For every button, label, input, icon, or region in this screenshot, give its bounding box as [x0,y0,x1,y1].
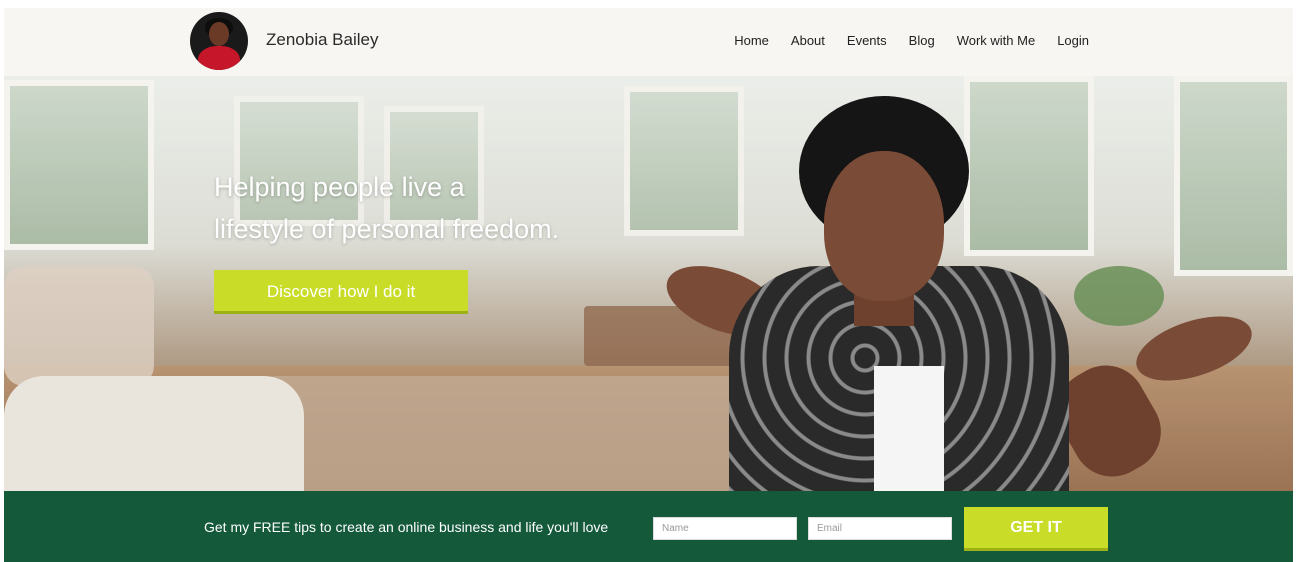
nav-about[interactable]: About [791,33,825,48]
site-name[interactable]: Zenobia Bailey [266,30,378,50]
nav-work-with-me[interactable]: Work with Me [957,33,1036,48]
nav-login[interactable]: Login [1057,33,1089,48]
avatar-body [198,46,240,70]
portrait-undershirt [874,366,944,491]
headline-line-1: Helping people live a [214,172,465,202]
portrait-face [824,151,944,301]
nav-blog[interactable]: Blog [909,33,935,48]
hero-section: Helping people live a lifestyle of perso… [4,76,1293,491]
portrait-hand-right [1128,303,1260,394]
avatar[interactable] [190,12,248,70]
name-field[interactable] [653,517,797,540]
discover-button[interactable]: Discover how I do it [214,270,468,314]
nav-events[interactable]: Events [847,33,887,48]
email-field[interactable] [808,517,952,540]
page: Zenobia Bailey Home About Events Blog Wo… [4,8,1293,562]
hero-headline: Helping people live a lifestyle of perso… [214,166,634,250]
nav-home[interactable]: Home [734,33,769,48]
optin-text: Get my FREE tips to create an online bus… [204,519,609,535]
main-nav: Home About Events Blog Work with Me Logi… [734,33,1089,48]
hero-portrait [657,96,1264,491]
headline-line-2: lifestyle of personal freedom. [214,214,560,244]
optin-bar: Get my FREE tips to create an online bus… [4,491,1293,562]
site-header: Zenobia Bailey Home About Events Blog Wo… [4,8,1293,76]
avatar-face [209,22,229,46]
get-it-button[interactable]: GET IT [964,507,1108,551]
